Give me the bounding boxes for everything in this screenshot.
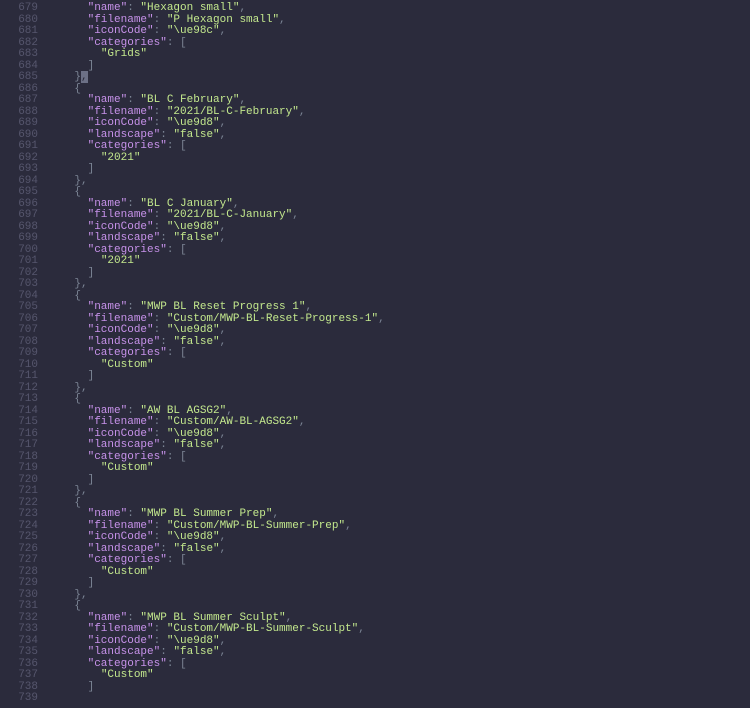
line-number: 693 <box>0 164 38 176</box>
code-line[interactable]: }, <box>48 72 385 84</box>
line-number: 717 <box>0 440 38 452</box>
line-number: 683 <box>0 49 38 61</box>
line-number: 679 <box>0 3 38 15</box>
line-number: 725 <box>0 532 38 544</box>
code-line[interactable]: }, <box>48 279 385 291</box>
line-number: 719 <box>0 463 38 475</box>
code-line[interactable]: ] <box>48 682 385 694</box>
code-line[interactable]: "2021" <box>48 153 385 165</box>
code-line[interactable]: ] <box>48 164 385 176</box>
line-number: 695 <box>0 187 38 199</box>
code-line[interactable]: }, <box>48 176 385 188</box>
line-number: 735 <box>0 647 38 659</box>
code-area[interactable]: "name": "Hexagon small", "filename": "P … <box>44 0 385 708</box>
line-number: 699 <box>0 233 38 245</box>
line-number: 733 <box>0 624 38 636</box>
line-number: 713 <box>0 394 38 406</box>
code-line[interactable]: }, <box>48 590 385 602</box>
line-number-gutter: 6796806816826836846856866876886896906916… <box>0 0 44 708</box>
line-number: 697 <box>0 210 38 222</box>
line-number: 707 <box>0 325 38 337</box>
line-number: 731 <box>0 601 38 613</box>
line-number: 721 <box>0 486 38 498</box>
line-number: 739 <box>0 693 38 705</box>
code-line[interactable]: "categories": [ <box>48 555 385 567</box>
line-number: 715 <box>0 417 38 429</box>
code-line[interactable]: ] <box>48 475 385 487</box>
code-line[interactable]: "Grids" <box>48 49 385 61</box>
code-line[interactable]: ] <box>48 578 385 590</box>
code-line[interactable]: "2021" <box>48 256 385 268</box>
code-line[interactable]: ] <box>48 371 385 383</box>
code-line[interactable]: "Custom" <box>48 670 385 682</box>
code-line[interactable]: "Custom" <box>48 463 385 475</box>
line-number: 723 <box>0 509 38 521</box>
line-number: 737 <box>0 670 38 682</box>
code-line[interactable]: "categories": [ <box>48 141 385 153</box>
line-number: 711 <box>0 371 38 383</box>
line-number: 701 <box>0 256 38 268</box>
line-number: 709 <box>0 348 38 360</box>
line-number: 727 <box>0 555 38 567</box>
code-line[interactable]: }, <box>48 486 385 498</box>
code-line[interactable]: "Custom" <box>48 567 385 579</box>
code-editor[interactable]: 6796806816826836846856866876886896906916… <box>0 0 750 708</box>
code-line[interactable] <box>48 693 385 705</box>
line-number: 705 <box>0 302 38 314</box>
line-number: 687 <box>0 95 38 107</box>
line-number: 729 <box>0 578 38 590</box>
code-line[interactable]: "Custom" <box>48 360 385 372</box>
code-line[interactable]: "categories": [ <box>48 348 385 360</box>
line-number: 689 <box>0 118 38 130</box>
line-number: 691 <box>0 141 38 153</box>
line-number: 703 <box>0 279 38 291</box>
line-number: 685 <box>0 72 38 84</box>
code-line[interactable]: }, <box>48 383 385 395</box>
code-line[interactable]: ] <box>48 61 385 73</box>
code-line[interactable]: ] <box>48 268 385 280</box>
line-number: 681 <box>0 26 38 38</box>
